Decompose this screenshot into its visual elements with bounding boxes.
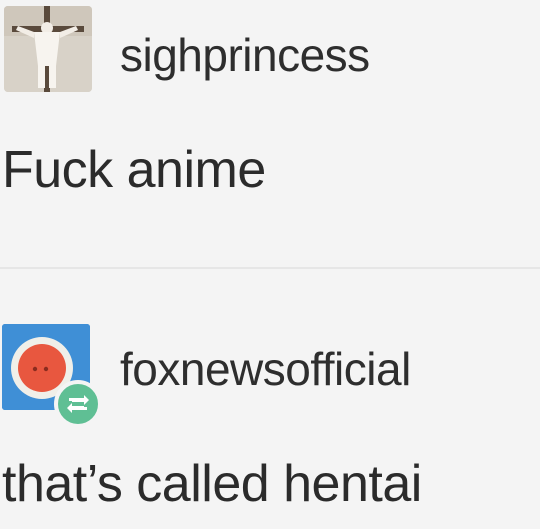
post-foxnewsofficial: foxnewsofficial that’s called hentai — [0, 268, 540, 529]
post-username[interactable]: foxnewsofficial — [120, 342, 411, 396]
crucifix-photo-icon — [4, 6, 92, 92]
post-body-text: that’s called hentai — [2, 455, 422, 513]
post-sighprincess: sighprincess Fuck anime — [0, 0, 540, 268]
post-username[interactable]: sighprincess — [120, 28, 370, 82]
post-body-text: Fuck anime — [2, 141, 266, 199]
crucifix-photo-avatar[interactable] — [4, 6, 92, 92]
reblog-icon — [54, 380, 102, 428]
